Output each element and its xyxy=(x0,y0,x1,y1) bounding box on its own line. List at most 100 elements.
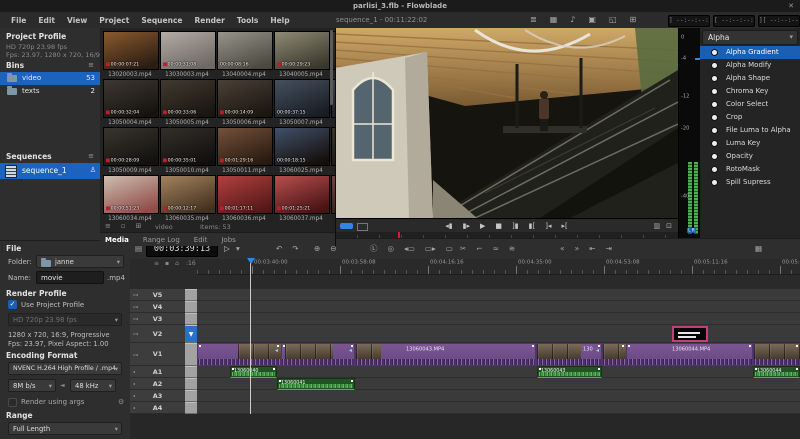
filter-item[interactable]: Luma Key xyxy=(700,137,800,150)
track-header-a1[interactable]: ◂A1 xyxy=(130,366,185,378)
media-item[interactable]: 00:00:14:0913050006.mp4 xyxy=(217,79,271,126)
audio-clip[interactable]: 13060041 xyxy=(277,378,355,390)
stop-icon[interactable]: ■ xyxy=(495,219,502,233)
menu-tools[interactable]: Tools xyxy=(232,16,263,25)
audio-clip[interactable]: 13060043 xyxy=(537,366,602,378)
media-item[interactable]: 00:00:51:2313060034.mp4 xyxy=(103,175,157,222)
track-activator-v2[interactable]: ▼ xyxy=(185,325,197,343)
trim-next-icon[interactable]: » xyxy=(575,239,580,259)
video-clip[interactable]: 13060043.MP4 xyxy=(355,343,536,366)
tab-edit[interactable]: Edit xyxy=(194,236,208,244)
to-end-icon[interactable]: ⇥ xyxy=(605,239,611,259)
track-activator-a1[interactable] xyxy=(185,366,197,378)
track-header-v4[interactable]: ▫◂V4 xyxy=(130,301,185,313)
close-icon[interactable]: ✕ xyxy=(788,0,794,12)
mixer-icon[interactable]: ≣ xyxy=(530,15,537,25)
filter-category-dropdown[interactable]: Alpha ▾ xyxy=(702,30,798,45)
list-view-icon[interactable]: ≡ xyxy=(105,222,111,230)
tab-range-log[interactable]: Range Log xyxy=(143,236,180,244)
filter-item[interactable]: Chroma Key xyxy=(700,85,800,98)
title-clip[interactable] xyxy=(672,326,708,342)
to-mark-in-icon[interactable]: ]◂ xyxy=(545,219,551,233)
track-activator-a3[interactable] xyxy=(185,390,197,402)
sequence-row[interactable]: sequence_1♙ xyxy=(0,163,100,179)
video-clip[interactable]: 13060044.MP4 xyxy=(626,343,753,366)
media-item[interactable]: 00:00:28:0913050009.mp4 xyxy=(103,127,157,174)
video-clip[interactable]: ◂ xyxy=(281,343,355,366)
folder-dropdown[interactable]: janne ▾ xyxy=(36,255,124,268)
bins-menu-icon[interactable]: ≡ xyxy=(88,61,94,69)
tab-jobs[interactable]: Jobs xyxy=(221,236,235,244)
overwrite-icon[interactable]: ▭ xyxy=(446,239,453,259)
grid-view-icon[interactable]: ⊞ xyxy=(136,222,142,230)
media-panel-icon[interactable]: ▦ xyxy=(550,15,558,25)
small-thumb-icon[interactable]: ▫ xyxy=(121,222,126,230)
video-clip[interactable] xyxy=(753,343,800,366)
media-item[interactable]: 00:00:08:1613040004.mp4 xyxy=(217,31,271,78)
menu-sequence[interactable]: Sequence xyxy=(136,16,187,25)
media-item[interactable]: 00:00:07:2113020003.mp4 xyxy=(103,31,157,78)
track-header-v1[interactable]: ▫◂V1 xyxy=(130,343,185,366)
mark-in-icon[interactable]: ]▮ xyxy=(512,219,519,233)
tools-grid-icon[interactable]: ▦ xyxy=(755,239,762,259)
encoding-dropdown[interactable]: NVENC H.264 High Profile / .mp4 ▾ xyxy=(8,362,122,375)
fullscreen-icon[interactable]: ◱ xyxy=(609,15,617,25)
name-input[interactable]: movie xyxy=(36,271,104,284)
resync-icon[interactable]: ≈ xyxy=(493,239,499,259)
audio-clip[interactable]: 13060044 xyxy=(753,366,800,378)
use-project-profile-checkbox[interactable]: ✓ xyxy=(8,300,17,309)
filter-item[interactable]: Crop xyxy=(700,111,800,124)
playhead-handle[interactable] xyxy=(247,258,255,264)
media-item[interactable]: 00:01:29:1613050011.mp4 xyxy=(217,127,271,174)
media-item-partial[interactable]: 130 xyxy=(331,175,336,222)
media-item[interactable]: 00:00:12:1713060035.mp4 xyxy=(160,175,214,222)
media-item[interactable]: 00:00:35:0113050010.mp4 xyxy=(160,127,214,174)
menu-edit[interactable]: Edit xyxy=(33,16,60,25)
splice-out-icon[interactable]: ✂ xyxy=(460,239,466,259)
filter-item[interactable]: Spill Supress xyxy=(700,176,800,189)
home-icon[interactable]: ⌂ xyxy=(175,260,179,267)
trim-prev-icon[interactable]: « xyxy=(560,239,565,259)
filter-item[interactable]: Color Select xyxy=(700,98,800,111)
filter-item[interactable]: File Luma to Alpha xyxy=(700,124,800,137)
to-start-icon[interactable]: ⇤ xyxy=(589,239,595,259)
marker-icon[interactable]: ◎ xyxy=(388,239,395,259)
media-item[interactable]: 00:00:37:1513050007.mp4 xyxy=(274,79,328,126)
menu-render[interactable]: Render xyxy=(189,16,229,25)
split-view-icon[interactable]: ▥ xyxy=(654,219,661,233)
filter-item[interactable]: Opacity xyxy=(700,150,800,163)
log-range-icon[interactable]: Ⓛ xyxy=(370,239,378,259)
mark-out-icon[interactable]: ▮[ xyxy=(529,219,536,233)
track-activator-a2[interactable] xyxy=(185,378,197,390)
next-frame-icon[interactable]: ▮▸ xyxy=(463,219,470,233)
video-clip[interactable]: 130◂ xyxy=(536,343,602,366)
filter-item[interactable]: RotoMask xyxy=(700,163,800,176)
gear-icon[interactable]: ⚙ xyxy=(118,398,124,406)
track-activator-v3[interactable] xyxy=(185,313,197,325)
media-item[interactable]: 00:01:25:2113060037.mp4 xyxy=(274,175,328,222)
video-clip[interactable]: ◂ xyxy=(197,343,281,366)
media-item[interactable]: 00:01:17:1113060036.mp4 xyxy=(217,175,271,222)
filter-item[interactable]: Alpha Shape xyxy=(700,72,800,85)
video-preview[interactable] xyxy=(335,28,678,218)
audio-levels-icon[interactable]: ♪ xyxy=(570,15,575,25)
tab-media[interactable]: Media xyxy=(105,236,129,244)
media-item[interactable]: 00:00:18:1513060025.mp4 xyxy=(274,127,328,174)
play-icon[interactable]: ▶ xyxy=(480,219,485,233)
insert-before-icon[interactable]: ◂▭ xyxy=(404,239,415,259)
track-header-a2[interactable]: ◂A2 xyxy=(130,378,185,390)
sync-all-icon[interactable]: ≋ xyxy=(509,239,515,259)
prev-frame-icon[interactable]: ◂▮ xyxy=(445,219,452,233)
monitor-toggle-icon[interactable]: ▣ xyxy=(588,15,596,25)
media-item[interactable]: 00:00:32:0413050004.mp4 xyxy=(103,79,157,126)
track-activator-v5[interactable] xyxy=(185,289,197,301)
media-scrollbar[interactable] xyxy=(330,30,333,105)
layout-grid-icon[interactable]: ⊞ xyxy=(630,15,637,25)
profile-dropdown[interactable]: HD 720p 23.98 fps ▾ xyxy=(8,313,122,326)
media-item[interactable]: 00:00:33:0613050005.mp4 xyxy=(160,79,214,126)
snap-icon[interactable]: ▪ xyxy=(165,260,169,267)
bitrate-dropdown[interactable]: 8M b/s ▾ xyxy=(8,379,56,392)
filter-item[interactable]: Alpha Gradient xyxy=(700,46,800,59)
range-dropdown[interactable]: Full Length ▾ xyxy=(8,422,122,435)
media-item[interactable]: 00:00:31:0813030003.mp4 xyxy=(160,31,214,78)
